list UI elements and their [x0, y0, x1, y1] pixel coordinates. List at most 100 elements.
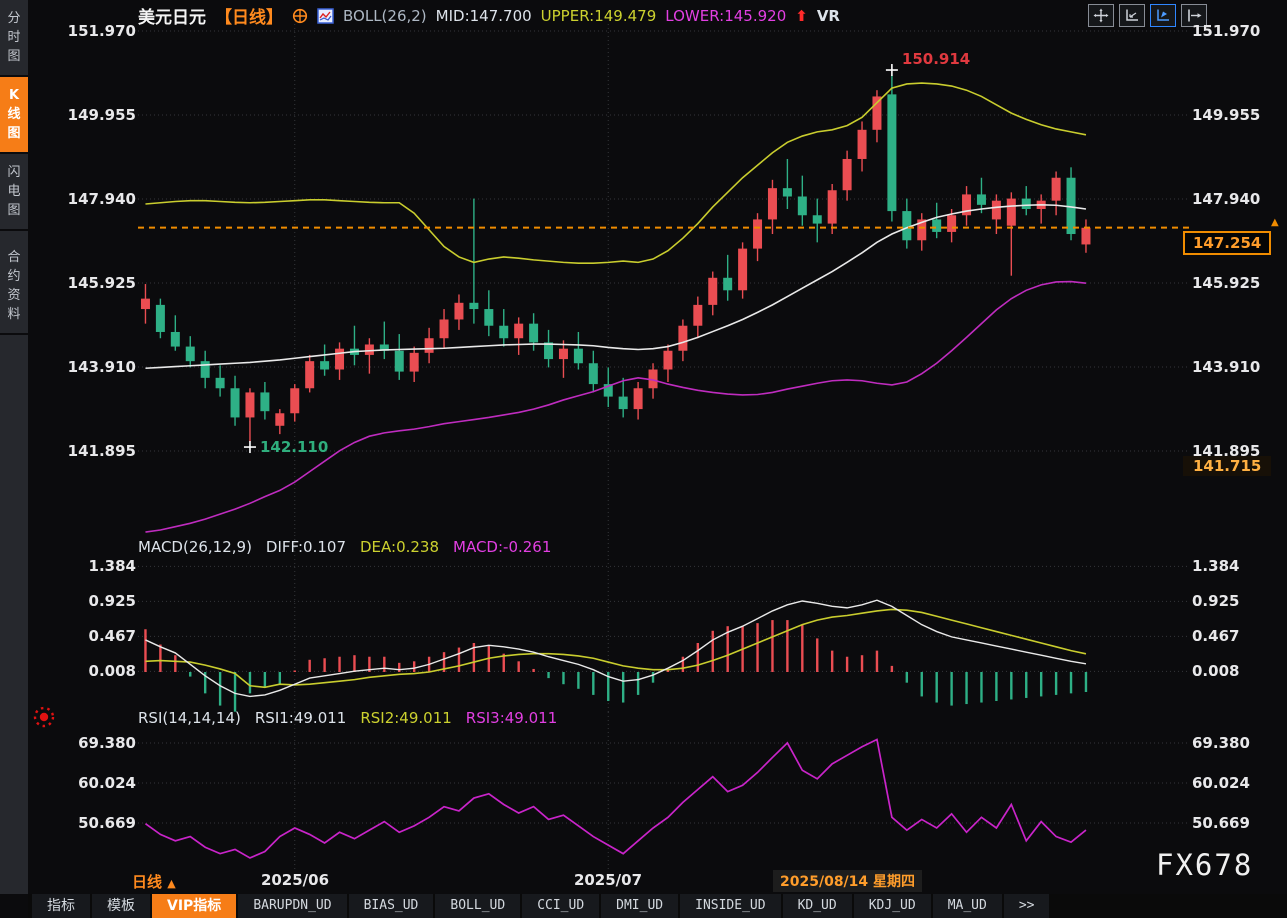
indicator-tab-bar: 指标模板VIP指标BARUPDN_UDBIAS_UDBOLL_UDCCI_UDD…: [28, 894, 1287, 918]
macd-chart-canvas[interactable]: [28, 535, 1287, 712]
candle-body: [395, 351, 404, 372]
macd-bar: [577, 672, 579, 689]
sidebar-item-分时图[interactable]: 分时图: [0, 0, 28, 77]
vr-label[interactable]: VR: [817, 7, 840, 25]
tab-BOLL_UD[interactable]: BOLL_UD: [435, 894, 520, 918]
macd-bar: [592, 672, 594, 695]
period-label[interactable]: 【日线】: [215, 3, 283, 28]
macd-bar: [159, 645, 161, 672]
candle-body: [693, 305, 702, 326]
macd-diff-value: DIFF:0.107: [266, 538, 346, 556]
macd-title[interactable]: MACD(26,12,9): [138, 538, 252, 556]
macd-bar: [682, 657, 684, 672]
candle-body: [275, 413, 284, 426]
macd-bar: [1070, 672, 1072, 693]
candle-body: [469, 303, 478, 309]
macd-bar: [712, 631, 714, 672]
tab->>[interactable]: >>: [1004, 894, 1050, 918]
sidebar-item-K线图[interactable]: K线图: [0, 77, 28, 154]
candle-body: [425, 338, 434, 353]
candle-body: [828, 190, 837, 223]
axis-play-icon[interactable]: [1150, 4, 1176, 27]
price-axis-label: 143.910: [1192, 357, 1260, 377]
macd-bar: [816, 638, 818, 672]
macd-axis-label: 0.925: [1192, 591, 1239, 611]
candle-body: [1052, 178, 1061, 201]
macd-axis-label: 0.008: [1192, 661, 1239, 681]
rsi-axis-label: 69.380: [1192, 733, 1250, 753]
sidebar-item-闪电图[interactable]: 闪电图: [0, 154, 28, 231]
tab-BARUPDN_UD[interactable]: BARUPDN_UD: [238, 894, 346, 918]
tab-模板[interactable]: 模板: [92, 894, 150, 918]
candle-body: [708, 278, 717, 305]
tab-BIAS_UD[interactable]: BIAS_UD: [349, 894, 434, 918]
macd-bar: [517, 661, 519, 672]
candle-body: [843, 159, 852, 190]
macd-bar: [935, 672, 937, 703]
candle-body: [872, 96, 881, 129]
rsi3-value: RSI3:49.011: [466, 709, 557, 727]
macd-bar: [950, 672, 952, 706]
dea-line: [145, 609, 1085, 687]
rsi1-value: RSI1:49.011: [255, 709, 346, 727]
macd-bar: [1055, 672, 1057, 695]
macd-bar: [846, 657, 848, 672]
up-arrow-icon: ⬆: [795, 7, 808, 25]
price-axis-label: 151.970: [52, 21, 136, 41]
symbol-name[interactable]: 美元日元: [138, 3, 206, 28]
candle-body: [887, 94, 896, 211]
candle-body: [290, 388, 299, 413]
candle-body: [484, 309, 493, 326]
rsi-title[interactable]: RSI(14,14,14): [138, 709, 241, 727]
candle-body: [335, 349, 344, 370]
macd-axis-label: 0.925: [52, 591, 136, 611]
tab-指标[interactable]: 指标: [32, 894, 90, 918]
candle-body: [1007, 199, 1016, 226]
candle-body: [619, 397, 628, 410]
macd-bar: [338, 657, 340, 672]
boll-upper-value: UPPER:149.479: [541, 7, 657, 25]
current-date-tag: 2025/08/14 星期四: [773, 870, 922, 892]
mini-chart-icon[interactable]: [317, 8, 334, 24]
candle-body: [992, 201, 1001, 220]
candle-body: [156, 305, 165, 332]
macd-axis-label: 1.384: [52, 556, 136, 576]
macd-bar: [1025, 672, 1027, 698]
diff-line: [145, 600, 1085, 696]
red-sun-icon[interactable]: [30, 703, 58, 735]
tab-CCI_UD[interactable]: CCI_UD: [522, 894, 599, 918]
candle-body: [514, 324, 523, 339]
price-chart-canvas[interactable]: [28, 0, 1287, 535]
tab-DMI_UD[interactable]: DMI_UD: [601, 894, 678, 918]
macd-bar: [771, 620, 773, 672]
chart-main: 美元日元 【日线】 BOLL(26,2) MID:147.700 UPPER:1…: [28, 0, 1287, 918]
macd-bar: [398, 663, 400, 672]
tab-INSIDE_UD[interactable]: INSIDE_UD: [680, 894, 780, 918]
rsi-axis-label: 50.669: [52, 813, 136, 833]
macd-bar: [697, 643, 699, 672]
rsi-chart-canvas[interactable]: [28, 712, 1287, 869]
globe-icon[interactable]: [292, 8, 308, 24]
axis-left-icon[interactable]: [1119, 4, 1145, 27]
tab-KDJ_UD[interactable]: KDJ_UD: [854, 894, 931, 918]
sidebar-item-合约资料[interactable]: 合约资料: [0, 239, 28, 335]
price-axis-label: 143.910: [52, 357, 136, 377]
macd-bar: [652, 672, 654, 683]
macd-bar: [144, 629, 146, 672]
trading-terminal: 分时图K线图闪电图合约资料 美元日元 【日线】 BOLL(26,2) MID:1…: [0, 0, 1287, 918]
macd-dea-value: DEA:0.238: [360, 538, 439, 556]
pan-crosshair-icon[interactable]: [1088, 4, 1114, 27]
tab-VIP指标[interactable]: VIP指标: [152, 894, 236, 918]
macd-bar: [547, 672, 549, 678]
candle-body: [201, 361, 210, 378]
price-axis-label: 145.925: [52, 273, 136, 293]
macd-bar: [891, 666, 893, 672]
period-selector[interactable]: 日线 ▲: [132, 871, 176, 892]
macd-bar: [801, 625, 803, 672]
candle-body: [932, 219, 941, 232]
macd-bar: [353, 655, 355, 672]
price-axis-label: 145.925: [1192, 273, 1260, 293]
low-annotation: 142.110: [260, 438, 328, 456]
tab-KD_UD[interactable]: KD_UD: [783, 894, 852, 918]
tab-MA_UD[interactable]: MA_UD: [933, 894, 1002, 918]
